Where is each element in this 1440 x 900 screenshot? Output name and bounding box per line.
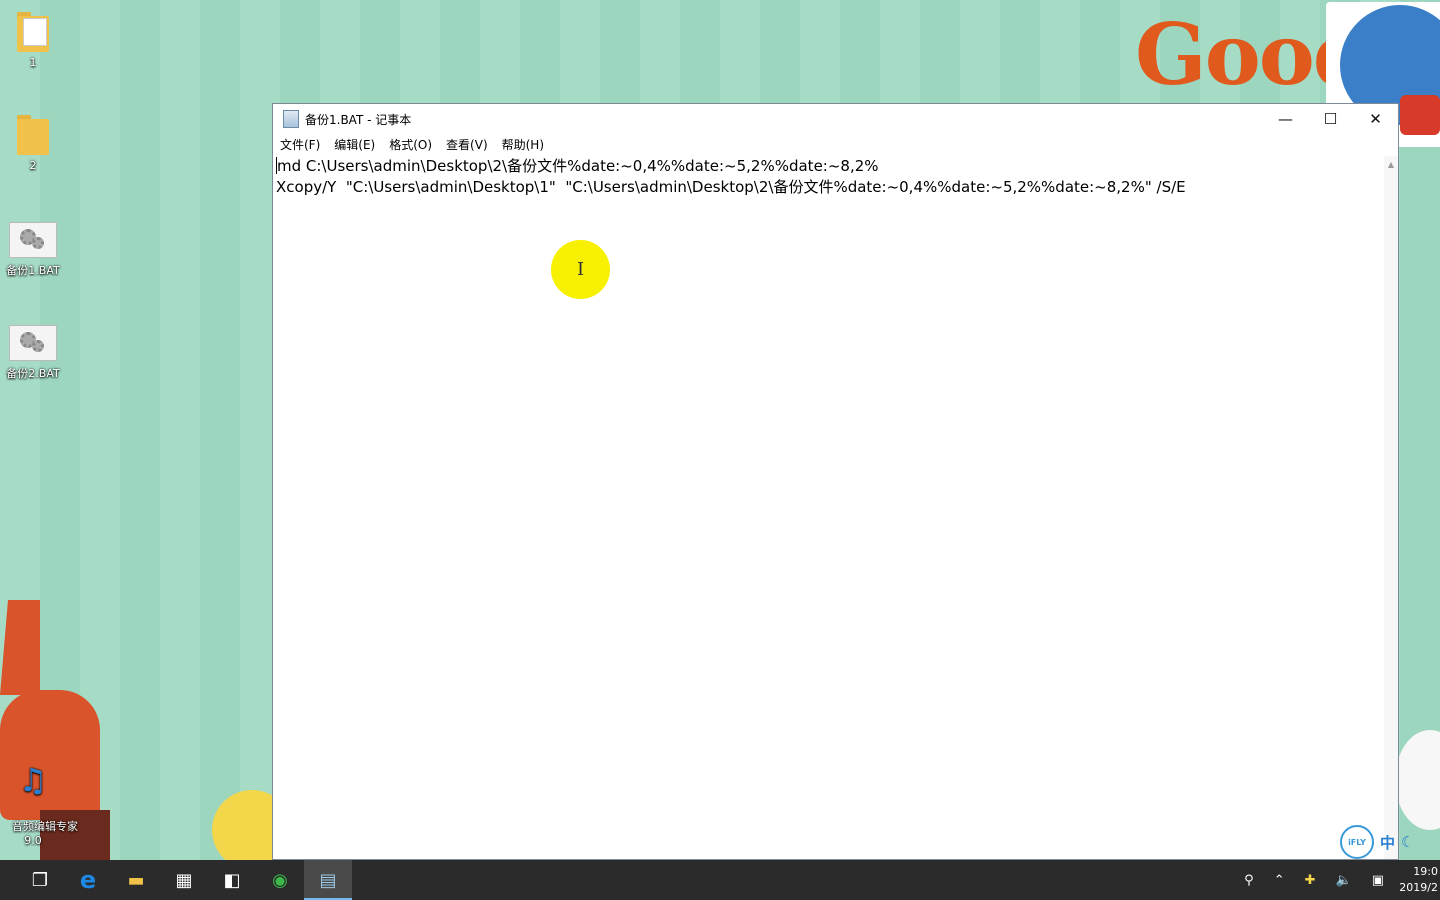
task-view-icon: ❐ (31, 869, 49, 891)
batch-file-icon (9, 325, 57, 361)
moon-icon[interactable]: ☾ (1401, 833, 1414, 851)
clock-time: 19:0 (1413, 865, 1438, 878)
wallpaper-character-hat (0, 600, 40, 695)
mouse-cursor-highlight: I (551, 240, 610, 299)
ime-mode-toggle[interactable]: 中 (1380, 832, 1395, 853)
window-title: 备份1.BAT - 记事本 (305, 112, 412, 127)
text-cursor-icon: I (576, 259, 585, 280)
folder-icon (17, 115, 49, 155)
menu-view[interactable]: 查看(V) (439, 136, 495, 153)
window-app-icon: ◧ (223, 869, 241, 891)
audio-editor-icon: ♫ (18, 761, 48, 799)
tray-app-icon[interactable]: ✚ (1295, 873, 1326, 888)
editor-line-1-text: md C:\Users\admin\Desktop\2\备份文件%date:~0… (277, 157, 879, 175)
wallpaper-cloud (1395, 730, 1440, 830)
folder-icon (17, 12, 49, 52)
clock[interactable]: 19:0 2019/2 (1394, 864, 1440, 896)
taskbar-edge[interactable]: e (64, 860, 112, 900)
desktop-folder-2[interactable]: 2 (0, 115, 68, 172)
people-icon[interactable]: ⚲ (1234, 873, 1264, 888)
desktop-audio-editor-shortcut[interactable]: ♫ 音频编辑专家 9.0 (0, 735, 78, 860)
notepad-icon (283, 110, 299, 128)
desktop-icon-label: 备份1.BAT (6, 264, 60, 277)
taskbar-notepad[interactable]: ▤ (304, 860, 352, 900)
scroll-up-arrow-icon[interactable]: ▲ (1384, 160, 1398, 169)
wallpaper-logo-red (1400, 95, 1440, 135)
menu-bar: 文件(F) 编辑(E) 格式(O) 查看(V) 帮助(H) (273, 134, 1398, 154)
desktop-bat-file-2[interactable]: 备份2.BAT (0, 325, 68, 381)
edge-icon: e (79, 866, 97, 894)
ifly-logo-icon[interactable]: iFLY (1340, 825, 1374, 859)
taskbar-file-explorer[interactable]: ▬ (112, 860, 160, 900)
title-bar[interactable]: 备份1.BAT - 记事本 — ☐ ✕ (273, 104, 1398, 134)
menu-help[interactable]: 帮助(H) (495, 136, 551, 153)
system-tray: ⚲ ⌃ ✚ 🔈 ▣ 19:0 2019/2 (1234, 860, 1440, 900)
menu-edit[interactable]: 编辑(E) (327, 136, 382, 153)
menu-format[interactable]: 格式(O) (382, 136, 439, 153)
notepad-window: 备份1.BAT - 记事本 — ☐ ✕ 文件(F) 编辑(E) 格式(O) 查看… (272, 103, 1399, 860)
batch-file-icon (9, 222, 57, 258)
desktop-folder-1[interactable]: 1 (0, 12, 68, 69)
volume-icon[interactable]: 🔈 (1326, 873, 1362, 888)
store-icon: ▦ (175, 869, 193, 891)
maximize-button[interactable]: ☐ (1308, 104, 1353, 134)
editor-line-2: Xcopy/Y "C:\Users\admin\Desktop\1" "C:\U… (276, 178, 1186, 196)
close-button[interactable]: ✕ (1353, 104, 1398, 134)
notepad-icon: ▤ (319, 869, 337, 891)
desktop-bat-file-1[interactable]: 备份1.BAT (0, 222, 68, 278)
clock-date: 2019/2 (1399, 881, 1438, 894)
window-controls: — ☐ ✕ (1263, 104, 1398, 134)
desktop-icon-label: 1 (29, 56, 37, 69)
taskbar-store[interactable]: ▦ (160, 860, 208, 900)
desktop-icon-label: 2 (29, 159, 37, 172)
text-editor[interactable]: md C:\Users\admin\Desktop\2\备份文件%date:~0… (273, 156, 1384, 859)
vertical-scrollbar[interactable]: ▲ (1384, 156, 1398, 859)
taskbar-app-window[interactable]: ◧ (208, 860, 256, 900)
minimize-button[interactable]: — (1263, 104, 1308, 134)
show-hidden-icons-chevron-icon[interactable]: ⌃ (1264, 873, 1295, 888)
task-view-button[interactable]: ❐ (16, 860, 64, 900)
ime-tray-icon[interactable]: ▣ (1362, 873, 1394, 888)
taskbar: ❐ e ▬ ▦ ◧ ◉ ▤ ⚲ ⌃ ✚ 🔈 ▣ 19:0 2019/2 (0, 860, 1440, 900)
folder-icon: ▬ (127, 869, 145, 891)
green-app-icon: ◉ (272, 869, 288, 891)
desktop-icon-label: 备份2.BAT (6, 367, 60, 380)
editor-line-1: md C:\Users\admin\Desktop\2\备份文件%date:~0… (276, 156, 1381, 177)
menu-file[interactable]: 文件(F) (273, 136, 327, 153)
taskbar-green-app[interactable]: ◉ (256, 860, 304, 900)
ime-toolbar: iFLY 中 ☾ (1340, 825, 1440, 859)
